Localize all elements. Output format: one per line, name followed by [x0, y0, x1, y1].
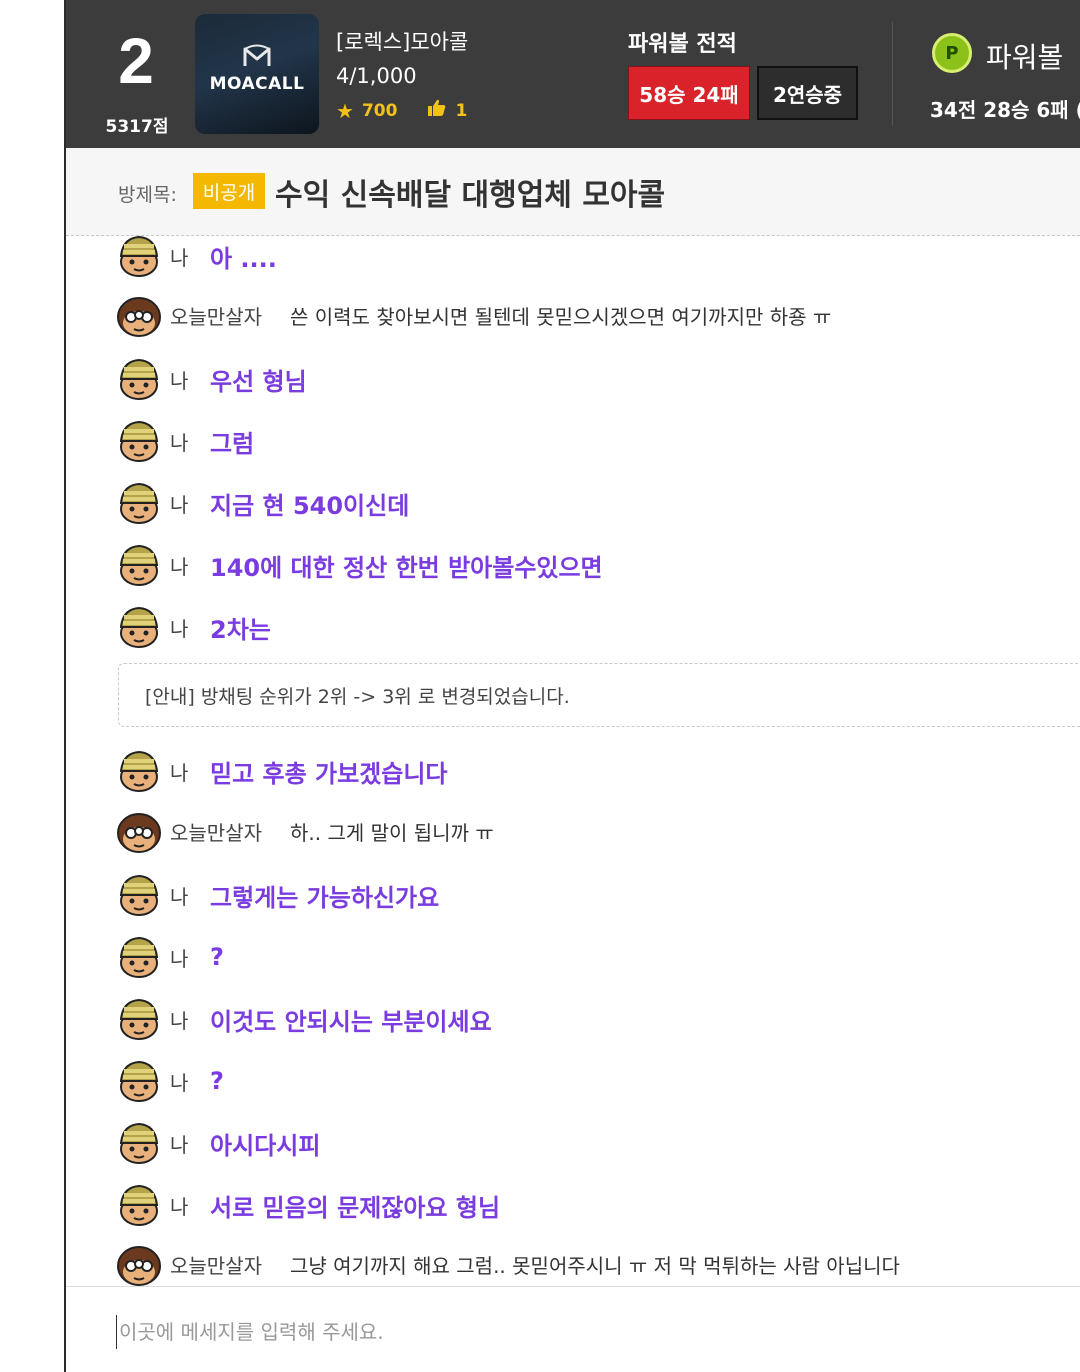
message-text: 하.. 그게 말이 됩니까 ㅠ — [290, 820, 494, 845]
message-text: 아시다시피 — [210, 1131, 321, 1160]
thumbs-up-icon[interactable] — [427, 98, 447, 123]
glasses-avatar-icon — [116, 1242, 162, 1286]
room-title: 수익 신속배달 대행업체 모아콜 — [275, 178, 666, 213]
chat-message: 나 이것도 안되시는 부분이세요 — [116, 995, 1076, 1043]
chat-message: 나 서로 믿음의 문제잖아요 형님 — [116, 1181, 1076, 1229]
message-text: 그럼 — [210, 429, 255, 458]
sender-name: 나 — [170, 1194, 189, 1219]
game-record: 34전 28승 6패 ( — [930, 98, 1080, 122]
message-text: ? — [210, 1067, 224, 1095]
message-text: 2차는 — [210, 615, 271, 644]
sender-name: 나 — [170, 245, 189, 270]
message-text: 믿고 후총 가보겠습니다 — [210, 759, 448, 788]
room-name[interactable]: [로렉스]모아콜 — [336, 26, 468, 56]
room-rank: 2 — [118, 25, 154, 97]
sender-name: 나 — [170, 1070, 189, 1095]
win-loss-badge: 58승 24패 — [628, 66, 750, 120]
room-points: 5317점 — [105, 117, 169, 137]
chat-message: 오늘만살자 하.. 그게 말이 됩니까 ㅠ — [116, 807, 1076, 855]
message-text: 아 .... — [210, 244, 277, 273]
message-text: 140에 대한 정산 한번 받아볼수있으면 — [210, 553, 603, 582]
message-input-area — [66, 1286, 1080, 1372]
streak-badge: 2연승중 — [757, 66, 858, 120]
message-text: 그냥 여기까지 해요 그럼.. 못믿어주시니 ㅠ 저 막 먹튀하는 사람 아닙니… — [290, 1253, 900, 1278]
like-count: 1 — [455, 100, 468, 121]
member-count: 4/1,000 — [336, 64, 417, 88]
sender-name: 나 — [170, 368, 189, 393]
soldier-avatar-icon — [116, 1059, 162, 1103]
sender-name: 나 — [170, 1008, 189, 1033]
chat-message: 나 지금 현 540이신데 — [116, 479, 1076, 527]
sender-name: 나 — [170, 430, 189, 455]
chat-message: 나 아시다시피 — [116, 1119, 1076, 1167]
message-text: 서로 믿음의 문제잖아요 형님 — [210, 1193, 501, 1222]
sender-name: 나 — [170, 554, 189, 579]
message-text: 그렇게는 가능하신가요 — [210, 883, 440, 912]
chat-message: 나 믿고 후총 가보겠습니다 — [116, 747, 1076, 795]
private-badge: 비공개 — [193, 173, 265, 209]
soldier-avatar-icon — [116, 236, 162, 278]
soldier-avatar-icon — [116, 1121, 162, 1165]
soldier-avatar-icon — [116, 749, 162, 793]
chat-message: 나 그렇게는 가능하신가요 — [116, 871, 1076, 919]
header-divider — [892, 22, 893, 126]
moacall-logo-icon — [195, 44, 319, 76]
room-thumbnail[interactable]: MOACALL — [195, 14, 319, 134]
soldier-avatar-icon — [116, 873, 162, 917]
sender-name: 나 — [170, 760, 189, 785]
room-stats: ★ 700 1 — [336, 98, 467, 123]
title-prefix: 방제목: — [118, 184, 177, 206]
star-count: 700 — [361, 100, 398, 121]
sender-name: 나 — [170, 492, 189, 517]
thumbnail-logo-text: MOACALL — [209, 74, 305, 94]
record-title: 파워볼 전적 — [628, 32, 737, 57]
message-text: 우선 형님 — [210, 367, 307, 396]
system-notice: [안내] 방채팅 순위가 2위 -> 3위 로 변경되었습니다. — [118, 663, 1080, 727]
message-input[interactable] — [116, 1315, 1016, 1349]
game-name[interactable]: 파워볼 — [986, 36, 1063, 76]
chat-message: 나 우선 형님 — [116, 355, 1076, 403]
soldier-avatar-icon — [116, 935, 162, 979]
soldier-avatar-icon — [116, 481, 162, 525]
star-icon: ★ — [336, 98, 354, 123]
chat-message: 오늘만살자 그냥 여기까지 해요 그럼.. 못믿어주시니 ㅠ 저 막 먹튀하는 … — [116, 1240, 1076, 1286]
room-title-bar: 방제목: 비공개 수익 신속배달 대행업체 모아콜 — [66, 148, 1080, 236]
message-text: ? — [210, 943, 224, 971]
chat-message: 나 그럼 — [116, 417, 1076, 465]
sender-name: 오늘만살자 — [170, 820, 262, 845]
chat-message: 나 140에 대한 정산 한번 받아볼수있으면 — [116, 541, 1076, 589]
powerball-icon: P — [932, 33, 972, 73]
message-text: 이것도 안되시는 부분이세요 — [210, 1007, 492, 1036]
soldier-avatar-icon — [116, 1183, 162, 1227]
room-header: 2 5317점 MOACALL [로렉스]모아콜 4/1,000 ★ 700 1… — [66, 0, 1080, 148]
message-text: 쓴 이력도 찾아보시면 될텐데 못믿으시겠으면 여기까지만 하죵 ㅠ — [290, 304, 832, 329]
chat-message: 나 ? — [116, 1057, 1076, 1105]
sender-name: 나 — [170, 1132, 189, 1157]
chat-window: 2 5317점 MOACALL [로렉스]모아콜 4/1,000 ★ 700 1… — [0, 0, 1080, 1372]
chat-message: 나 ? — [116, 933, 1076, 981]
glasses-avatar-icon — [116, 293, 162, 337]
sender-name: 오늘만살자 — [170, 304, 262, 329]
chat-message: 나 2차는 — [116, 603, 1076, 651]
chat-message: 오늘만살자 쓴 이력도 찾아보시면 될텐데 못믿으시겠으면 여기까지만 하죵 ㅠ — [116, 291, 1076, 339]
message-text: 지금 현 540이신데 — [210, 491, 410, 520]
sender-name: 나 — [170, 884, 189, 909]
soldier-avatar-icon — [116, 605, 162, 649]
chat-log[interactable]: 나 아 .... 오늘만살자 쓴 이력도 찾아보시면 될텐데 못믿으시겠으면 여… — [66, 236, 1080, 1286]
chat-message: 나 아 .... — [116, 236, 1076, 280]
glasses-avatar-icon — [116, 809, 162, 853]
sender-name: 나 — [170, 946, 189, 971]
soldier-avatar-icon — [116, 357, 162, 401]
soldier-avatar-icon — [116, 997, 162, 1041]
soldier-avatar-icon — [116, 543, 162, 587]
sender-name: 오늘만살자 — [170, 1253, 262, 1278]
sender-name: 나 — [170, 616, 189, 641]
soldier-avatar-icon — [116, 419, 162, 463]
